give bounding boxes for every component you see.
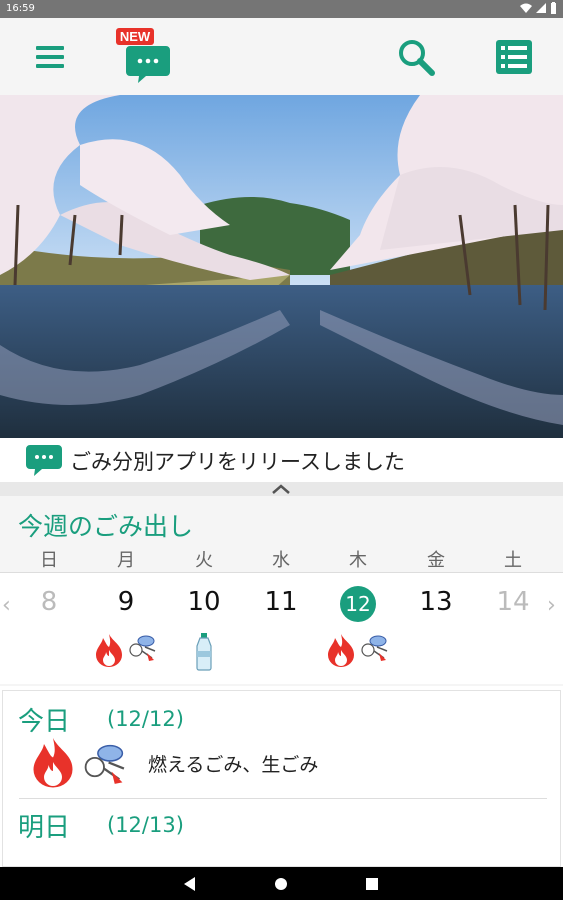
cherry-blossom-river-photo: [0, 95, 563, 438]
menu-button[interactable]: [26, 33, 74, 81]
burnable-garbage-icon: [33, 738, 73, 788]
tomorrow-date: (12/13): [107, 813, 184, 837]
day-name: 水: [272, 550, 290, 571]
recents-button[interactable]: [363, 875, 381, 893]
chat-bubble-icon: NEW: [116, 28, 170, 83]
new-badge: NEW: [120, 29, 151, 44]
burnable-garbage-icon: [328, 634, 354, 667]
date-number: 14: [496, 587, 530, 617]
prev-week-arrow-icon[interactable]: ‹: [2, 593, 11, 618]
wifi-icon: [520, 3, 532, 13]
food-waste-icon: [84, 744, 125, 784]
food-waste-icon: [129, 635, 156, 661]
search-icon: [399, 40, 435, 76]
food-waste-icon: [361, 635, 388, 661]
pet-bottle-icon: [196, 633, 212, 671]
status-time: 16:59: [6, 3, 35, 14]
dates-row: ‹ › 8 9 10 11 12 13 14: [0, 572, 563, 684]
recents-square-icon: [366, 878, 378, 890]
today-label: 今日: [18, 707, 71, 737]
chat-bubble-icon: [26, 445, 62, 476]
day-name: 木: [349, 550, 367, 571]
back-button[interactable]: [181, 875, 199, 893]
list-button[interactable]: [490, 33, 538, 81]
date-number: 10: [187, 587, 221, 617]
system-nav-bar: [0, 867, 563, 900]
date-cell[interactable]: 11: [246, 573, 316, 685]
back-triangle-icon: [184, 877, 195, 891]
date-number: 8: [40, 587, 58, 617]
hamburger-menu-icon: [36, 46, 64, 68]
date-cell[interactable]: 14: [478, 573, 548, 685]
date-cell[interactable]: 8: [14, 573, 84, 685]
battery-icon: [551, 2, 556, 14]
date-cell[interactable]: 9: [91, 573, 161, 685]
chevron-up-icon: [272, 484, 290, 494]
date-cell-today[interactable]: 12: [323, 573, 393, 685]
list-icon: [496, 40, 532, 74]
status-bar: 16:59: [0, 0, 563, 18]
today-garbage-types: 燃えるごみ、生ごみ: [148, 754, 319, 776]
status-icons: [520, 2, 557, 14]
news-banner[interactable]: ごみ分別アプリをリリースしました: [0, 438, 563, 482]
date-number-today: 12: [340, 586, 376, 622]
home-circle-icon: [275, 878, 287, 890]
divider: [19, 798, 547, 799]
home-button[interactable]: [272, 875, 290, 893]
day-name: 月: [117, 550, 135, 571]
date-cell[interactable]: 10: [169, 573, 239, 685]
date-cell[interactable]: 13: [401, 573, 471, 685]
week-title: 今週のごみ出し: [18, 512, 194, 541]
date-number: 9: [117, 587, 135, 617]
news-text: ごみ分別アプリをリリースしました: [70, 450, 405, 474]
burnable-garbage-icon: [96, 634, 122, 667]
day-name: 土: [504, 550, 522, 571]
search-button[interactable]: [392, 33, 440, 81]
app-bar: NEW: [0, 18, 563, 95]
day-headers: 日 月 火 水 木 金 土: [0, 546, 563, 571]
collection-detail-card: 今日 (12/12) 燃えるごみ、生ごみ 明日 (12/13): [2, 690, 561, 867]
date-number: 11: [264, 587, 298, 617]
day-name: 火: [195, 550, 213, 571]
day-name: 日: [40, 550, 58, 571]
weekly-schedule: 今週のごみ出し 日 月 火 水 木 金 土 ‹ › 8 9 10 11 12 1…: [0, 496, 563, 686]
today-date: (12/12): [107, 707, 184, 731]
collapse-handle[interactable]: [0, 482, 563, 496]
hero-photo: [0, 95, 563, 438]
date-number: 13: [419, 587, 453, 617]
news-button[interactable]: NEW: [116, 26, 176, 86]
day-name: 金: [427, 550, 445, 571]
tomorrow-label: 明日: [18, 813, 71, 843]
signal-icon: [536, 3, 546, 13]
next-week-arrow-icon[interactable]: ›: [547, 593, 556, 618]
